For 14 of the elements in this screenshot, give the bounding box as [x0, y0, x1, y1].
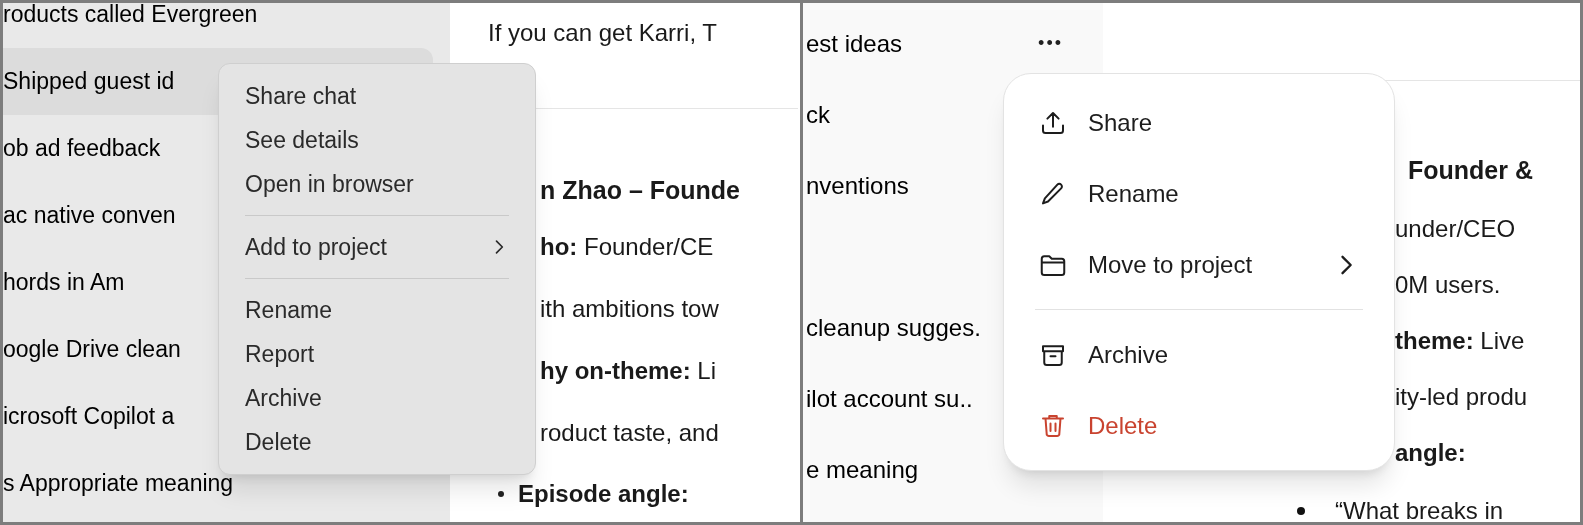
text-line: angle:: [1395, 438, 1466, 468]
section-heading: n Zhao – Founde: [540, 175, 740, 207]
text-line: 0M users.: [1395, 270, 1501, 300]
text-line: Episode angle:: [518, 479, 689, 509]
text-line: If you can get Karri, T: [487, 18, 718, 48]
text-line: roduct taste, and: [540, 418, 719, 448]
text-line: hy on-theme: Li: [540, 356, 717, 386]
text-line: theme: Live: [1395, 326, 1525, 356]
text-line: ith ambitions tow: [540, 294, 719, 324]
text-line: ity-led produ: [1395, 382, 1528, 412]
section-heading: Founder &: [1408, 155, 1533, 187]
text-line: “What breaks in: [1335, 496, 1504, 522]
text-line: under/CEO: [1395, 214, 1516, 244]
text-line: ho: Founder/CE: [540, 232, 714, 262]
